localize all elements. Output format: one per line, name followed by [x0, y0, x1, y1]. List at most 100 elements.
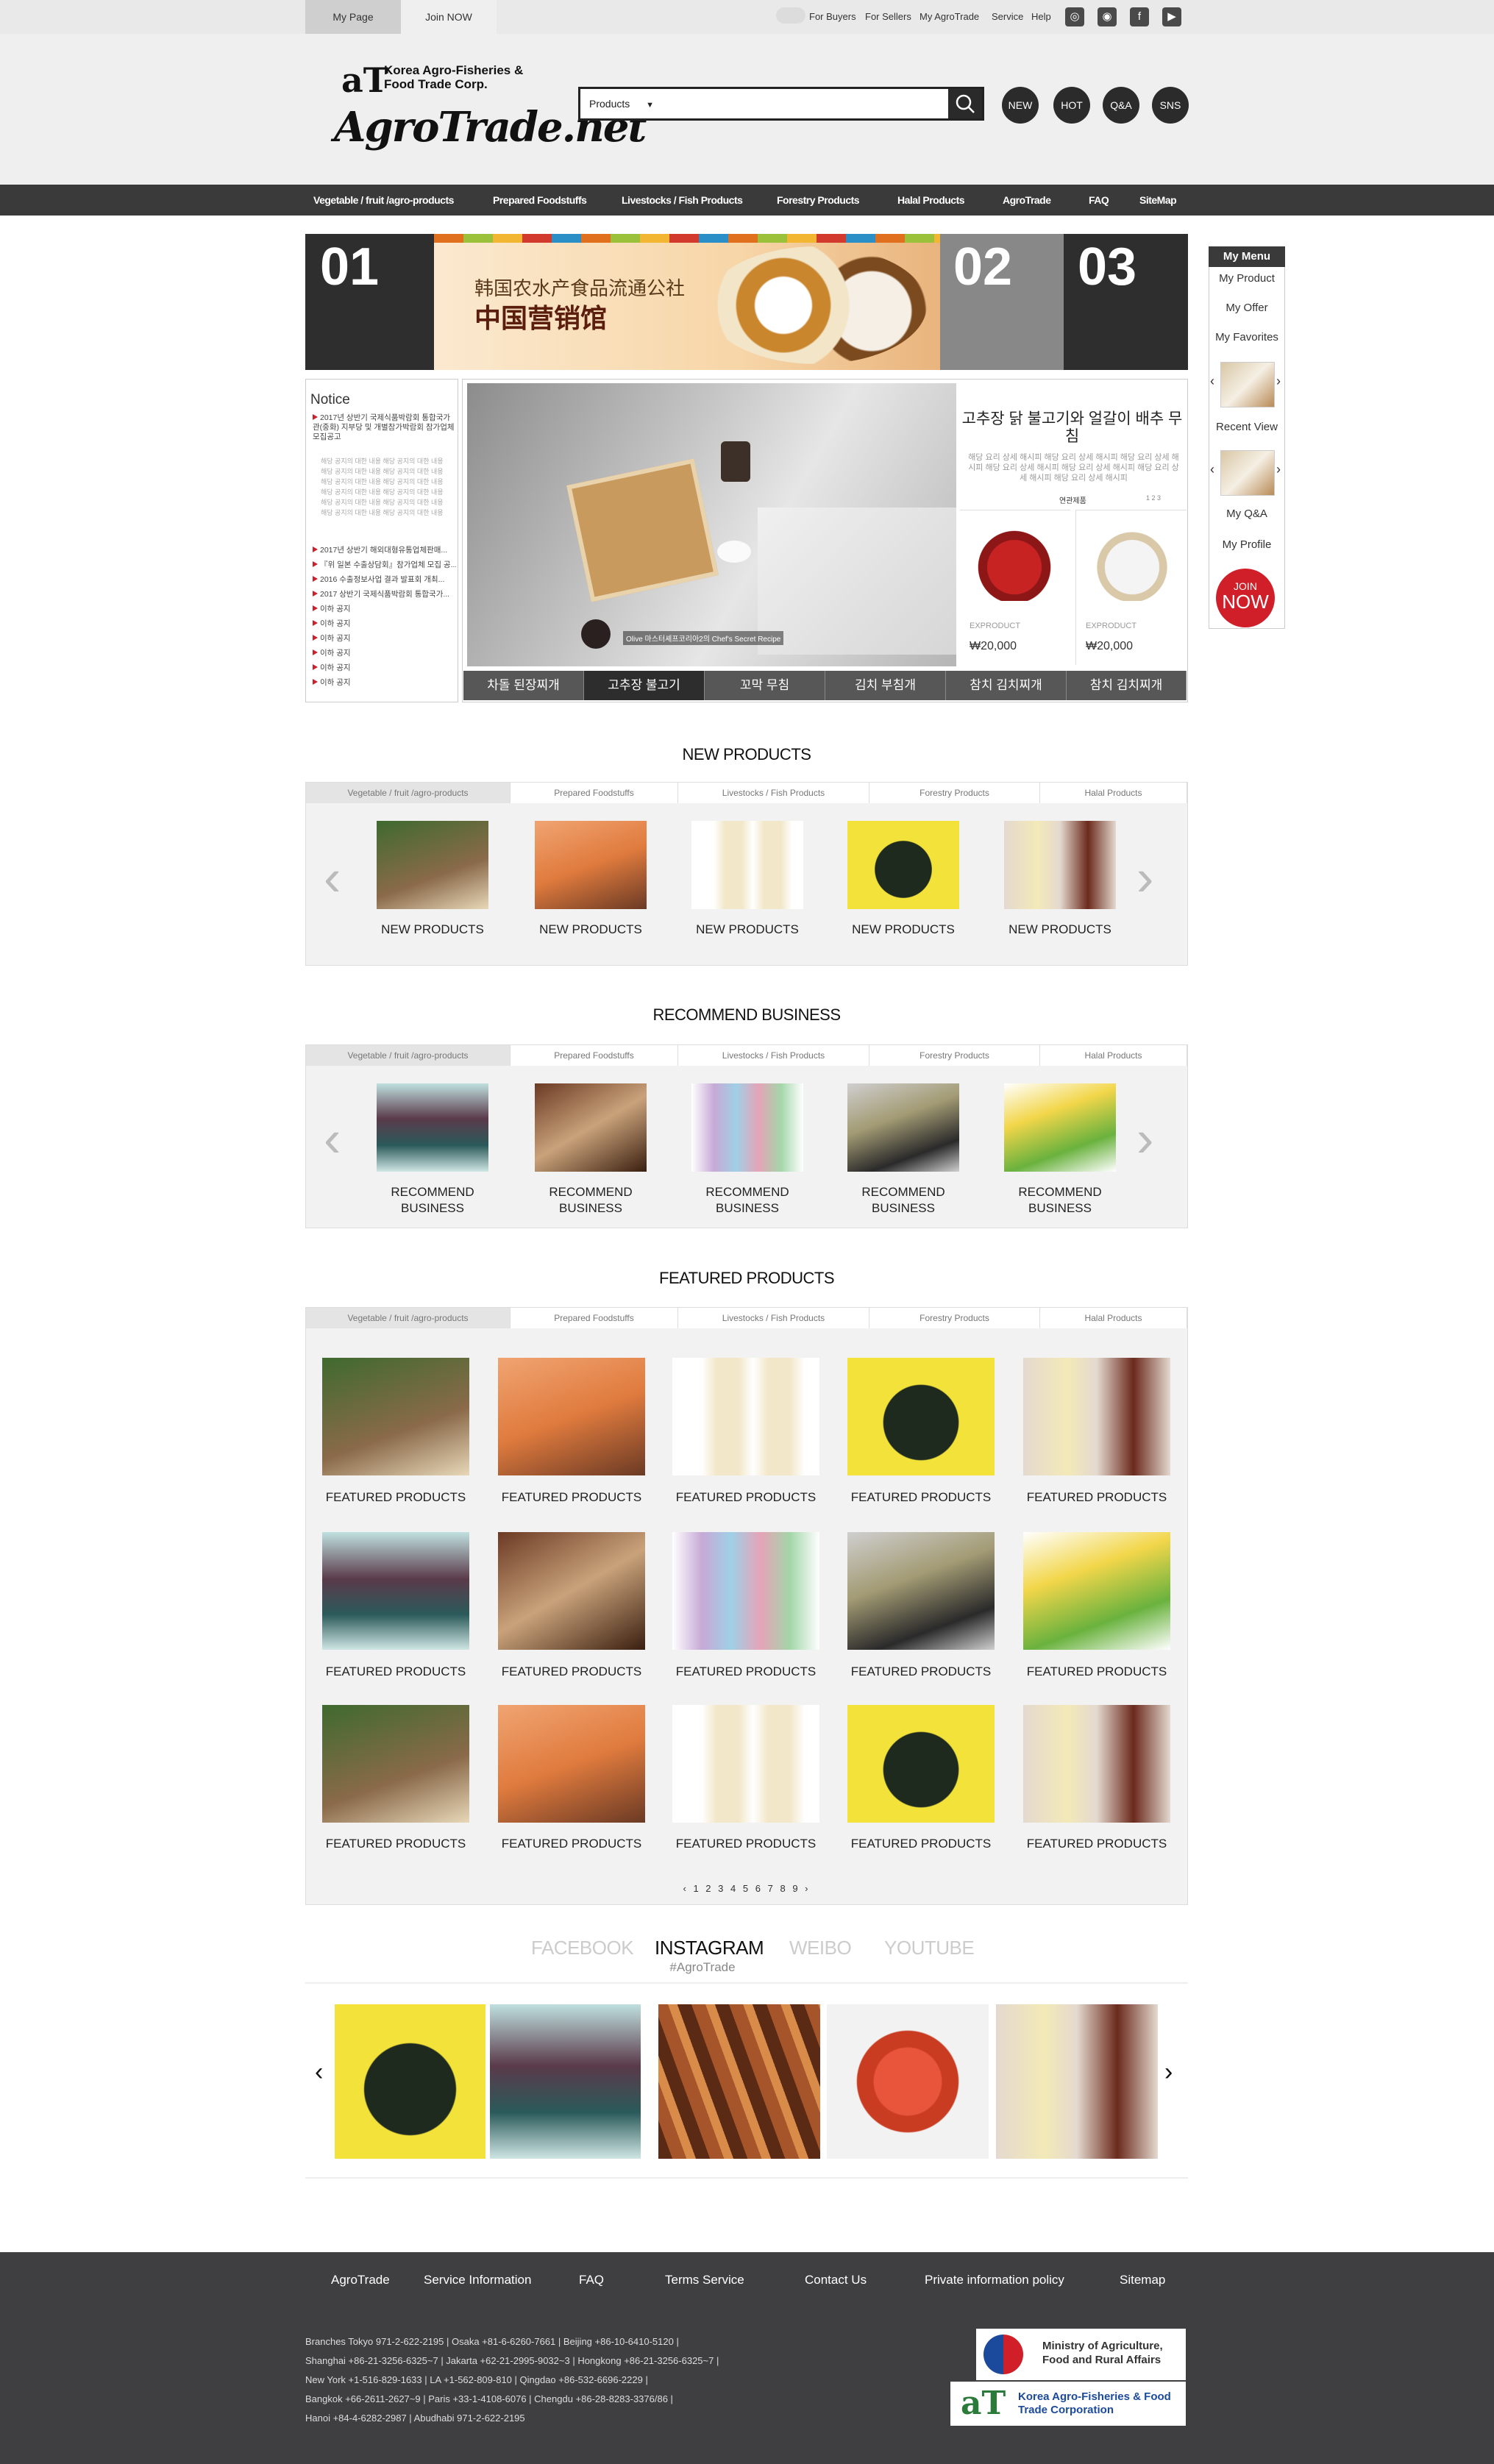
- instagram-icon[interactable]: ◎: [1065, 7, 1084, 26]
- pager-page[interactable]: 6: [755, 1883, 763, 1894]
- notice-item[interactable]: 2017 상반기 국제식품박람회 통합국가...: [313, 588, 456, 599]
- featured-thumbnail[interactable]: [672, 1358, 819, 1475]
- recent-thumbnail[interactable]: [1220, 450, 1275, 496]
- recipe-tab[interactable]: 참치 김치찌개: [946, 671, 1067, 700]
- search-input[interactable]: [705, 93, 936, 115]
- tab-facebook[interactable]: FACEBOOK: [531, 1937, 634, 1959]
- category-tab[interactable]: Prepared Foodstuffs: [511, 1308, 678, 1328]
- chevron-right-icon[interactable]: ›: [1136, 1113, 1153, 1164]
- notice-item[interactable]: 이하 공지: [313, 603, 456, 614]
- instagram-post[interactable]: [490, 2004, 641, 2159]
- footer-link-privacy[interactable]: Private information policy: [925, 2273, 1064, 2287]
- my-profile-link[interactable]: My Profile: [1209, 538, 1285, 551]
- business-label[interactable]: RECOMMEND BUSINESS: [986, 1184, 1134, 1217]
- category-tab[interactable]: Prepared Foodstuffs: [511, 783, 678, 803]
- footer-link-service-info[interactable]: Service Information: [424, 2273, 531, 2287]
- link-help[interactable]: Help: [1031, 0, 1051, 34]
- category-tab[interactable]: Halal Products: [1040, 1308, 1187, 1328]
- pager-prev[interactable]: ‹: [683, 1883, 688, 1894]
- product-thumbnail[interactable]: [847, 821, 959, 909]
- business-label[interactable]: RECOMMEND BUSINESS: [674, 1184, 821, 1217]
- nav-livestocks[interactable]: Livestocks / Fish Products: [622, 185, 743, 216]
- notice-item[interactable]: 2016 수출정보사업 결과 발표회 개최...: [313, 574, 456, 585]
- chevron-left-icon[interactable]: ‹: [324, 852, 341, 903]
- recipe-tab[interactable]: 꼬막 무침: [705, 671, 825, 700]
- my-qna-link[interactable]: My Q&A: [1209, 508, 1285, 520]
- tab-my-page[interactable]: My Page: [305, 0, 401, 34]
- business-thumbnail[interactable]: [691, 1083, 803, 1172]
- featured-label[interactable]: FEATURED PRODUCTS: [1009, 1490, 1185, 1505]
- qna-button[interactable]: Q&A: [1103, 87, 1139, 124]
- featured-label[interactable]: FEATURED PRODUCTS: [307, 1664, 484, 1679]
- featured-thumbnail[interactable]: [498, 1532, 645, 1650]
- category-tab[interactable]: Vegetable / fruit /agro-products: [306, 1308, 511, 1328]
- notice-item[interactable]: 이하 공지: [313, 647, 456, 658]
- featured-label[interactable]: FEATURED PRODUCTS: [658, 1664, 834, 1679]
- category-tab[interactable]: Forestry Products: [869, 1045, 1040, 1066]
- category-tab[interactable]: Halal Products: [1040, 783, 1187, 803]
- new-button[interactable]: NEW: [1002, 87, 1039, 124]
- featured-label[interactable]: FEATURED PRODUCTS: [833, 1837, 1009, 1851]
- category-tab[interactable]: Halal Products: [1040, 1045, 1187, 1066]
- product-label[interactable]: NEW PRODUCTS: [517, 922, 664, 938]
- at-corp-logo[interactable]: aT Korea Agro-Fisheries & Food Trade Cor…: [950, 2382, 1186, 2426]
- my-favorites-link[interactable]: My Favorites: [1209, 331, 1285, 343]
- featured-thumbnail[interactable]: [498, 1705, 645, 1823]
- my-offer-link[interactable]: My Offer: [1209, 302, 1285, 314]
- related-pager[interactable]: 1 2 3: [1146, 494, 1161, 502]
- featured-thumbnail[interactable]: [847, 1705, 995, 1823]
- business-label[interactable]: RECOMMEND BUSINESS: [830, 1184, 977, 1217]
- chevron-right-icon[interactable]: ›: [1136, 852, 1153, 903]
- featured-thumbnail[interactable]: [847, 1532, 995, 1650]
- nav-agrotrade[interactable]: AgroTrade: [1003, 185, 1051, 216]
- featured-label[interactable]: FEATURED PRODUCTS: [307, 1837, 484, 1851]
- product-label[interactable]: NEW PRODUCTS: [359, 922, 506, 938]
- category-tab[interactable]: Vegetable / fruit /agro-products: [306, 1045, 511, 1066]
- nav-sitemap[interactable]: SiteMap: [1139, 185, 1177, 216]
- featured-thumbnail[interactable]: [1023, 1358, 1170, 1475]
- recipe-tab[interactable]: 김치 부침개: [825, 671, 946, 700]
- business-thumbnail[interactable]: [377, 1083, 488, 1172]
- chevron-right-icon[interactable]: ›: [1164, 2058, 1173, 2087]
- sns-button[interactable]: SNS: [1152, 87, 1189, 124]
- featured-thumbnail[interactable]: [847, 1358, 995, 1475]
- pager-page[interactable]: 1: [693, 1883, 700, 1894]
- category-tab[interactable]: Vegetable / fruit /agro-products: [306, 783, 511, 803]
- hashtag[interactable]: #AgroTrade: [655, 1960, 750, 1975]
- footer-link-contact[interactable]: Contact Us: [805, 2273, 867, 2287]
- search-category-select[interactable]: Products ▼: [580, 89, 654, 118]
- tab-youtube[interactable]: YOUTUBE: [884, 1937, 975, 1959]
- featured-label[interactable]: FEATURED PRODUCTS: [483, 1490, 660, 1505]
- notice-item[interactable]: 이하 공지: [313, 662, 456, 673]
- product-thumbnail[interactable]: [691, 821, 803, 909]
- product-thumbnail[interactable]: [535, 821, 647, 909]
- business-label[interactable]: RECOMMEND BUSINESS: [359, 1184, 506, 1217]
- weibo-icon[interactable]: ◉: [1098, 7, 1117, 26]
- nav-halal[interactable]: Halal Products: [897, 185, 965, 216]
- chevron-left-icon[interactable]: ‹: [1210, 374, 1214, 389]
- pager-next[interactable]: ›: [805, 1883, 810, 1894]
- featured-label[interactable]: FEATURED PRODUCTS: [833, 1490, 1009, 1505]
- business-label[interactable]: RECOMMEND BUSINESS: [517, 1184, 664, 1217]
- toggle-pill[interactable]: [776, 7, 805, 24]
- footer-link-terms[interactable]: Terms Service: [665, 2273, 744, 2287]
- featured-label[interactable]: FEATURED PRODUCTS: [483, 1664, 660, 1679]
- featured-thumbnail[interactable]: [1023, 1705, 1170, 1823]
- link-my-agrotrade[interactable]: My AgroTrade: [919, 0, 979, 34]
- featured-thumbnail[interactable]: [322, 1358, 469, 1475]
- product-thumbnail[interactable]: [377, 821, 488, 909]
- footer-link-agrotrade[interactable]: AgroTrade: [331, 2273, 390, 2287]
- join-now-button[interactable]: JOIN NOW: [1216, 569, 1275, 627]
- featured-label[interactable]: FEATURED PRODUCTS: [833, 1664, 1009, 1679]
- featured-thumbnail[interactable]: [672, 1705, 819, 1823]
- facebook-icon[interactable]: f: [1130, 7, 1149, 26]
- chevron-left-icon[interactable]: ‹: [1210, 462, 1214, 477]
- recipe-tab[interactable]: 고추장 불고기: [584, 671, 705, 700]
- favorite-thumbnail[interactable]: [1220, 362, 1275, 407]
- featured-label[interactable]: FEATURED PRODUCTS: [307, 1490, 484, 1505]
- notice-item[interactable]: 2017년 상반기 해외대형유통업체판매...: [313, 544, 456, 555]
- chevron-right-icon[interactable]: ›: [1276, 462, 1281, 477]
- category-tab[interactable]: Forestry Products: [869, 783, 1040, 803]
- link-for-buyers[interactable]: For Buyers: [809, 0, 856, 34]
- pager-page[interactable]: 5: [743, 1883, 750, 1894]
